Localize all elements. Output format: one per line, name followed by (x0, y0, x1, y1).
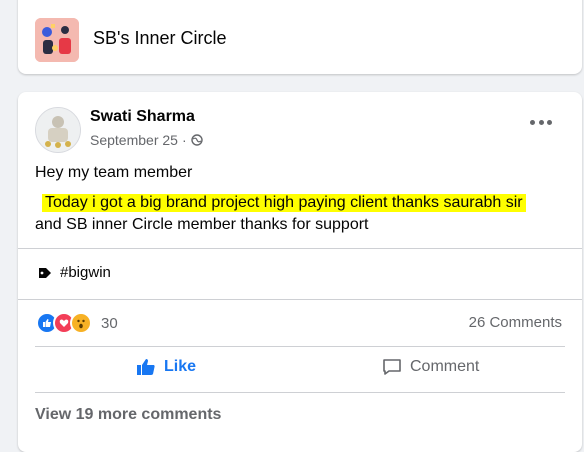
divider (18, 248, 582, 249)
hashtag[interactable]: #bigwin (60, 264, 111, 281)
divider (35, 392, 565, 393)
reaction-count: 30 (101, 314, 118, 332)
group-name[interactable]: SB's Inner Circle (93, 28, 226, 49)
hashtag-row[interactable]: #bigwin (38, 264, 111, 281)
comment-icon (383, 359, 401, 375)
wow-reaction-icon (70, 312, 92, 334)
post-text-line-1: Hey my team member (35, 164, 193, 181)
group-header: SB's Inner Circle (18, 0, 582, 74)
like-button[interactable]: Like (136, 358, 196, 376)
view-more-comments[interactable]: View 19 more comments (35, 406, 221, 424)
post-text-highlighted: Today i got a big brand project high pay… (42, 194, 526, 212)
reactions-summary[interactable]: 30 (36, 312, 118, 334)
divider (18, 299, 582, 300)
author-avatar[interactable] (35, 107, 81, 153)
divider (35, 346, 565, 347)
group-cover-image[interactable] (35, 18, 79, 62)
like-label: Like (164, 358, 197, 375)
more-options-icon[interactable] (530, 116, 552, 128)
comment-label: Comment (410, 358, 480, 375)
comment-button[interactable]: Comment (382, 358, 479, 376)
post-date[interactable]: September 25 (90, 132, 178, 148)
globe-icon (190, 134, 203, 146)
like-icon (137, 359, 155, 375)
post-actions: Like Comment (18, 348, 582, 392)
post-text-line-3: and SB inner Circle member thanks for su… (35, 216, 369, 233)
post-meta: September 25 · (90, 132, 203, 148)
post-card: Swati Sharma September 25 · Hey my team … (18, 92, 582, 452)
comments-count[interactable]: 26 Comments (469, 314, 562, 331)
tag-icon (39, 267, 51, 278)
author-name[interactable]: Swati Sharma (90, 108, 195, 126)
